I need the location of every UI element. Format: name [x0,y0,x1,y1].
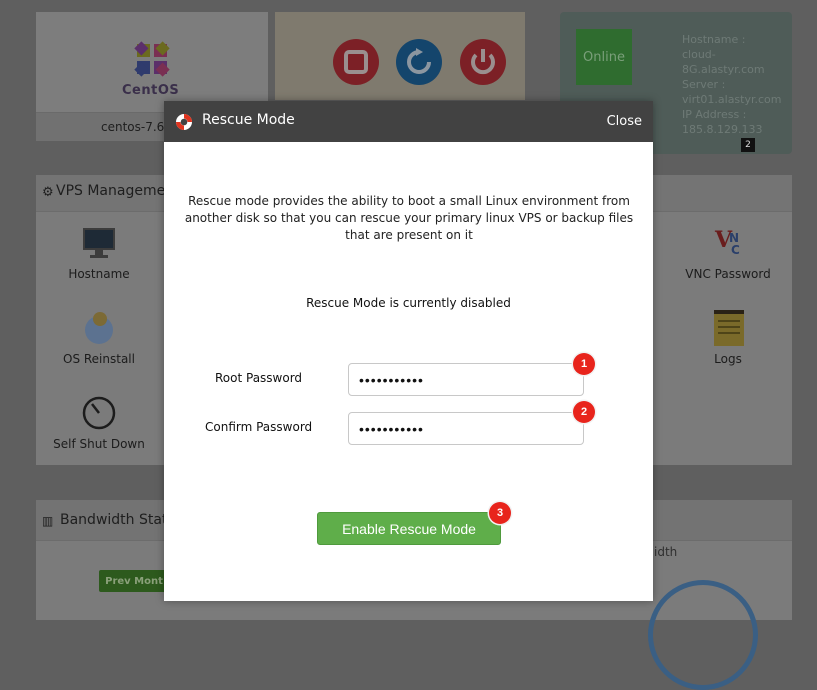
rescue-mode-status: Rescue Mode is currently disabled [306,296,511,310]
tile-label: Hostname [68,267,130,281]
rescue-mode-description: Rescue mode provides the ability to boot… [184,194,634,242]
os-reinstall-icon [81,310,117,346]
tile-label: Logs [714,352,742,366]
restart-button[interactable] [396,39,442,85]
tile-logs[interactable]: Logs [668,310,788,366]
root-password-input[interactable] [348,363,584,396]
os-name: centos-7.6- [101,120,169,134]
bandwidth-title: Bandwidth Stat [60,512,168,528]
step-marker-3: 3 [489,502,511,524]
centos-logo-icon [134,41,170,77]
tile-label: OS Reinstall [63,352,135,366]
info-line: Server : [682,78,726,91]
stop-button[interactable] [333,39,379,85]
server-info: Hostname : cloud- 8G.alastyr.com Server … [682,32,782,137]
tile-label: Self Shut Down [53,437,145,451]
tile-os-reinstall[interactable]: OS Reinstall [39,310,159,366]
gear-icon: ⚙ [42,185,54,200]
rescue-mode-modal: Rescue Mode Close Rescue mode provides t… [164,101,653,601]
root-password-label: Root Password [215,371,303,385]
self-shutdown-icon [81,395,117,431]
bar-chart-icon: ▥ [42,514,54,528]
modal-title: Rescue Mode [202,112,295,128]
lifebuoy-icon [176,114,192,130]
stop-icon [344,50,368,74]
info-line: 8G.alastyr.com [682,63,765,76]
ip-count-badge[interactable]: 2 [741,138,755,152]
restart-icon [407,48,431,74]
online-status-badge: Online [576,29,632,85]
info-line: Hostname : [682,33,746,46]
timer-icon [82,396,116,430]
tile-self-shut-down[interactable]: Self Shut Down [39,395,159,451]
power-icon [471,49,495,75]
monitor-icon [81,225,117,261]
info-line: virt01.alastyr.com [682,93,782,106]
bandwidth-gauge [648,580,758,690]
step-marker-2: 2 [573,401,595,423]
bandwidth-side-label: idth [654,545,678,559]
vps-management-title: VPS Manageme [56,183,166,199]
tile-label: VNC Password [685,267,771,281]
info-line: 185.8.129.133 [682,123,763,136]
info-line: IP Address : [682,108,747,121]
centos-logo-text: CentOS [122,83,180,98]
power-controls-card [275,12,525,100]
vnc-icon: V N C [715,227,740,257]
confirm-password-input[interactable] [348,412,584,445]
prev-month-button[interactable]: Prev Mont [99,570,169,592]
tile-hostname[interactable]: Hostname [39,225,159,281]
confirm-password-label: Confirm Password [205,420,313,434]
modal-header: Rescue Mode Close [164,101,653,142]
logs-icon [710,310,746,346]
info-line: cloud- [682,48,716,61]
power-off-button[interactable] [460,39,506,85]
enable-rescue-mode-button[interactable]: Enable Rescue Mode [317,512,501,545]
step-marker-1: 1 [573,353,595,375]
close-button[interactable]: Close [607,114,642,129]
tile-vnc-password[interactable]: V N C VNC Password [668,225,788,281]
